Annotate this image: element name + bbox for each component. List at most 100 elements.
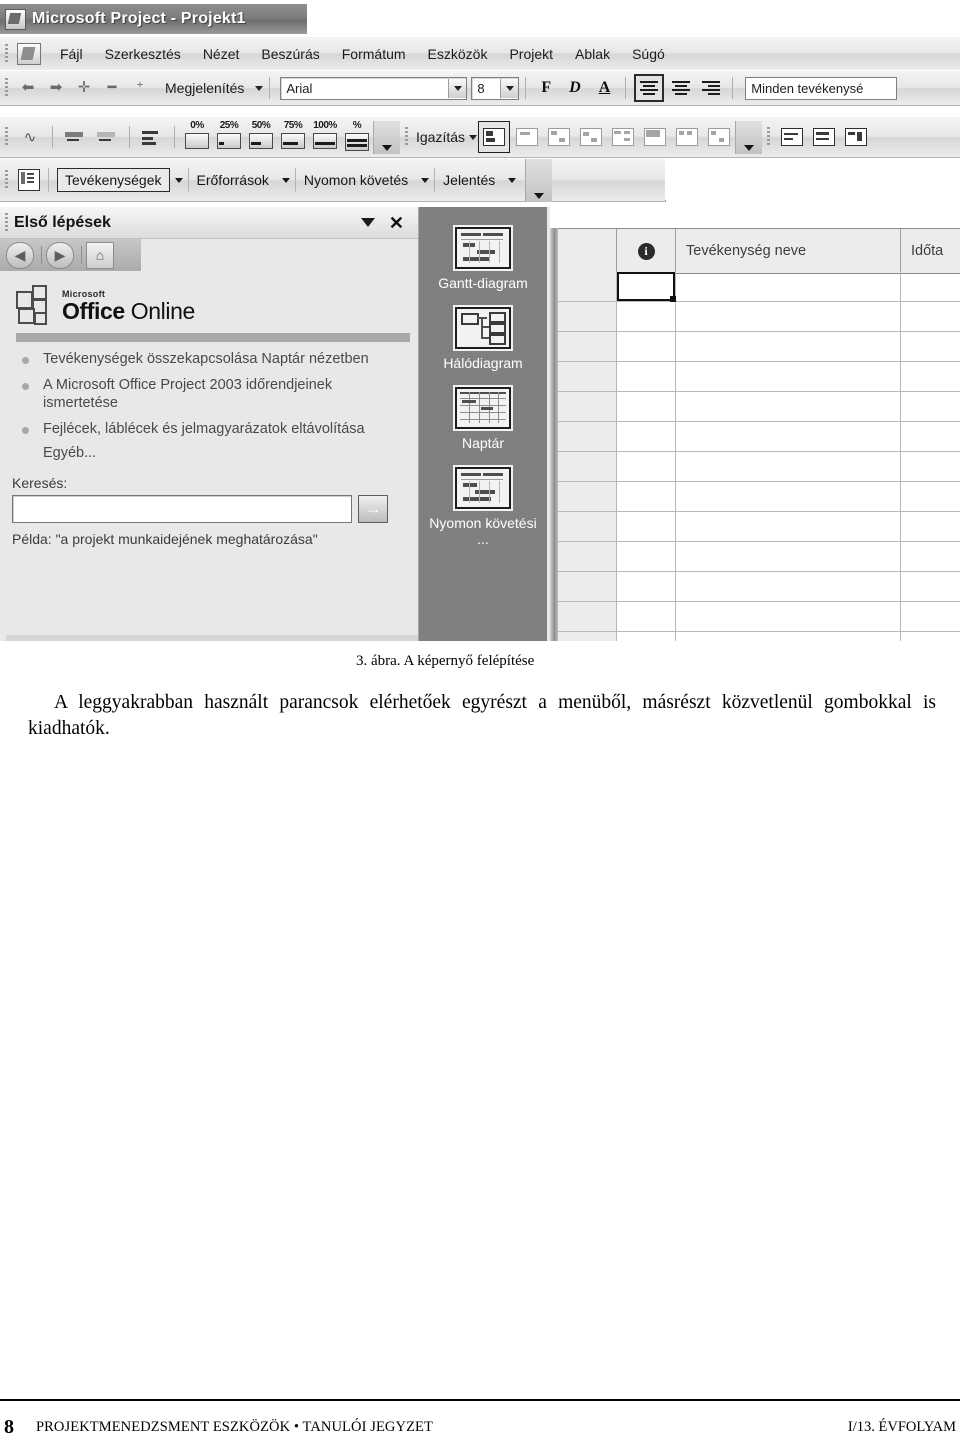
view-bar-item-network[interactable]: Hálódiagram <box>443 307 523 371</box>
menu-item-fajl[interactable]: Fájl <box>60 46 83 62</box>
guide-tasks-caret-icon[interactable] <box>170 177 188 183</box>
indicator-cell[interactable] <box>617 482 676 511</box>
duration-cell[interactable] <box>901 392 960 421</box>
task-name-cell[interactable] <box>676 272 901 301</box>
task-pane-link[interactable]: Fejlécek, láblécek és jelmagyarázatok el… <box>43 420 365 439</box>
task-name-cell[interactable] <box>676 482 901 511</box>
layout-now-icon[interactable] <box>608 122 638 152</box>
view-bar-item-gantt[interactable]: Gantt-diagram <box>438 227 528 291</box>
font-size-combobox[interactable]: 8 <box>471 76 520 100</box>
duration-cell[interactable] <box>901 572 960 601</box>
percent-0-button[interactable]: 0% <box>182 121 212 153</box>
guide-button-report[interactable]: Jelentés <box>435 169 503 191</box>
indent-icon[interactable]: ➡ <box>45 77 67 99</box>
menu-item-formatum[interactable]: Formátum <box>342 46 406 62</box>
task-name-cell[interactable] <box>676 452 901 481</box>
table-row[interactable] <box>558 542 960 572</box>
row-id-cell[interactable] <box>558 452 617 481</box>
percent-100-button[interactable]: 100% <box>310 121 340 153</box>
indicator-cell[interactable] <box>617 302 676 331</box>
task-name-cell[interactable] <box>676 602 901 631</box>
task-pane-grip[interactable] <box>5 212 8 233</box>
task-details-icon[interactable] <box>841 122 871 152</box>
home-icon[interactable]: ⌂ <box>86 241 114 269</box>
task-name-cell[interactable] <box>676 302 901 331</box>
font-name-combobox[interactable]: Arial <box>280 76 468 100</box>
row-id-cell[interactable] <box>558 332 617 361</box>
duration-cell[interactable] <box>901 362 960 391</box>
task-form-icon[interactable] <box>777 122 807 152</box>
forward-arrow-icon[interactable]: ▶ <box>46 241 74 269</box>
percent-75-button[interactable]: 75% <box>278 121 308 153</box>
indicator-cell[interactable] <box>617 632 676 641</box>
indicator-cell[interactable] <box>617 362 676 391</box>
indicator-cell[interactable] <box>617 422 676 451</box>
indicator-cell[interactable] <box>617 572 676 601</box>
indicator-cell[interactable] <box>617 272 676 302</box>
update-as-scheduled-icon[interactable] <box>60 122 90 152</box>
link-tasks-icon[interactable] <box>544 122 574 152</box>
tracking-toolbar-grip[interactable] <box>5 127 8 147</box>
view-bar-item-calendar[interactable]: Naptár <box>455 387 511 451</box>
task-name-cell[interactable] <box>676 362 901 391</box>
font-name-dropdown-icon[interactable] <box>448 78 467 98</box>
show-all-subtasks-icon[interactable]: ⁺ <box>129 77 151 99</box>
duration-cell[interactable] <box>901 332 960 361</box>
table-row[interactable] <box>558 512 960 542</box>
new-task-box-icon[interactable] <box>478 121 511 153</box>
project-guide-overflow-button[interactable] <box>525 158 553 202</box>
project-statistics-icon[interactable]: ∿ <box>15 122 45 152</box>
filter-combobox[interactable]: Minden tevékenysé <box>745 76 898 100</box>
resource-form-icon[interactable] <box>809 122 839 152</box>
hide-subtasks-icon[interactable]: ━ <box>101 77 123 99</box>
duration-cell[interactable] <box>901 542 960 571</box>
search-input[interactable] <box>12 495 352 524</box>
indicator-cell[interactable] <box>617 392 676 421</box>
duration-cell[interactable] <box>901 632 960 641</box>
task-name-cell[interactable] <box>676 572 901 601</box>
reschedule-work-icon[interactable] <box>92 122 122 152</box>
close-icon[interactable]: ✕ <box>389 214 404 232</box>
extra-toolbar-grip[interactable] <box>767 127 771 147</box>
duration-cell[interactable] <box>901 482 960 511</box>
column-header-task-name[interactable]: Tevékenység neve <box>676 229 901 273</box>
table-row[interactable] <box>558 572 960 602</box>
indicator-cell[interactable] <box>617 332 676 361</box>
row-id-cell[interactable] <box>558 542 617 571</box>
table-row[interactable] <box>558 362 960 392</box>
guide-button-tracking[interactable]: Nyomon követés <box>296 169 416 191</box>
list-item[interactable]: A Microsoft Office Project 2003 időrendj… <box>16 376 408 413</box>
table-row[interactable] <box>558 482 960 512</box>
add-progress-line-icon[interactable] <box>137 122 167 152</box>
show-dropdown-button[interactable]: Megjelenítés <box>165 80 244 96</box>
sheet-left-scrollbar[interactable] <box>550 228 558 641</box>
column-header-duration[interactable]: Időta <box>901 229 960 273</box>
task-pane-link[interactable]: Tevékenységek összekapcsolása Naptár néz… <box>43 350 369 369</box>
percent-50-button[interactable]: 50% <box>246 121 276 153</box>
delete-task-icon[interactable] <box>512 122 542 152</box>
menu-item-szerkesztes[interactable]: Szerkesztés <box>105 46 181 62</box>
guide-button-tasks[interactable]: Tevékenységek <box>57 168 170 192</box>
row-id-cell[interactable] <box>558 302 617 331</box>
show-dropdown-caret-icon[interactable] <box>255 85 264 91</box>
italic-button[interactable]: D <box>569 79 581 97</box>
task-pane-dropdown-icon[interactable] <box>360 218 375 227</box>
row-id-cell[interactable] <box>558 392 617 421</box>
percent-25-button[interactable]: 25% <box>214 121 244 153</box>
table-row[interactable] <box>558 602 960 632</box>
align-dropdown-caret-icon[interactable] <box>469 134 478 140</box>
project-guide-grip[interactable] <box>5 170 8 190</box>
duration-cell[interactable] <box>901 302 960 331</box>
align-right-icon[interactable] <box>698 76 724 100</box>
task-name-cell[interactable] <box>676 422 901 451</box>
search-submit-button[interactable]: → <box>358 495 388 524</box>
menu-item-nezet[interactable]: Nézet <box>203 46 240 62</box>
font-size-dropdown-icon[interactable] <box>500 78 519 98</box>
indicator-cell[interactable] <box>617 602 676 631</box>
list-item[interactable]: Fejlécek, láblécek és jelmagyarázatok el… <box>16 420 408 439</box>
menu-bar-grip[interactable] <box>5 43 8 64</box>
table-row[interactable] <box>558 332 960 362</box>
row-id-cell[interactable] <box>558 482 617 511</box>
hide-fields-icon[interactable] <box>672 122 702 152</box>
formatting-toolbar-grip[interactable] <box>5 78 8 98</box>
